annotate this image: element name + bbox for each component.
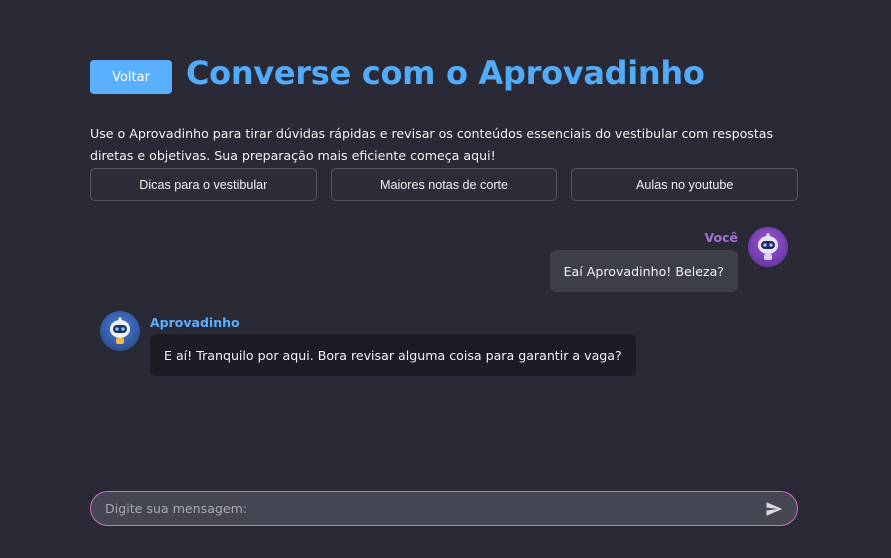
user-message-bubble: Eaí Aprovadinho! Beleza?	[549, 250, 738, 292]
message-input[interactable]	[91, 492, 757, 525]
robot-icon	[110, 317, 130, 344]
message-composer	[90, 491, 798, 526]
user-avatar	[748, 227, 788, 267]
suggestion-buttons: Dicas para o vestibular Maiores notas de…	[90, 168, 799, 201]
intro-text: Use o Aprovadinho para tirar dúvidas ráp…	[90, 125, 774, 163]
bot-message-text: E aí! Tranquilo por aqui. Bora revisar a…	[164, 347, 622, 363]
bot-sender-name: Aprovadinho	[150, 315, 240, 330]
suggestion-tips-button[interactable]: Dicas para o vestibular	[90, 168, 317, 201]
robot-icon	[758, 233, 778, 260]
bot-avatar	[100, 311, 140, 351]
user-sender-name: Você	[704, 230, 738, 245]
page-header: Voltar Converse com o Aprovadinho	[90, 52, 705, 94]
suggestion-youtube-button[interactable]: Aulas no youtube	[571, 168, 799, 201]
back-button[interactable]: Voltar	[90, 60, 172, 94]
send-icon	[766, 501, 783, 516]
user-message-text: Eaí Aprovadinho! Beleza?	[563, 263, 724, 279]
bot-message-bubble: E aí! Tranquilo por aqui. Bora revisar a…	[150, 334, 636, 376]
suggestion-cutoff-button[interactable]: Maiores notas de corte	[330, 168, 558, 201]
page-title: Converse com o Aprovadinho	[186, 54, 705, 92]
send-button[interactable]	[757, 492, 791, 525]
